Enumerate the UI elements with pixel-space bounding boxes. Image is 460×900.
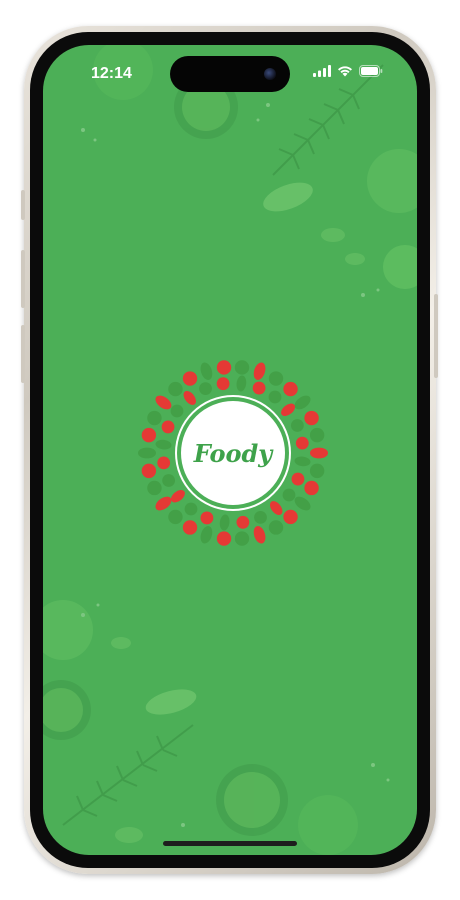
wreath-vegetable	[170, 489, 185, 503]
wreath-vegetable	[294, 496, 311, 511]
front-camera-icon	[264, 68, 276, 80]
app-screen[interactable]: 12:14 Foody	[43, 45, 417, 855]
volume-up-button	[21, 250, 25, 308]
wreath-vegetable	[141, 463, 157, 479]
wifi-icon	[338, 66, 352, 77]
wreath-vegetable	[234, 360, 250, 375]
wreath-vegetable	[216, 377, 230, 391]
action-button	[21, 190, 25, 220]
wreath-vegetable	[184, 502, 198, 516]
wreath-vegetable	[268, 390, 282, 404]
home-indicator[interactable]	[163, 841, 297, 846]
wreath-vegetable	[147, 410, 162, 426]
wreath-vegetable	[309, 463, 325, 479]
wreath-vegetable	[162, 474, 176, 487]
wreath-vegetable	[304, 480, 319, 496]
wreath-vegetable	[253, 362, 266, 380]
wreath-vegetable	[155, 496, 172, 511]
wreath-vegetable	[304, 410, 319, 426]
dynamic-island	[170, 56, 290, 92]
wreath-vegetable	[219, 514, 230, 531]
battery-icon	[359, 65, 383, 77]
wreath-vegetable	[269, 501, 283, 516]
wreath-vegetable	[170, 404, 184, 418]
wreath-vegetable	[138, 447, 156, 459]
wreath-vegetable	[283, 381, 298, 397]
wreath-vegetable	[291, 472, 305, 486]
wreath-vegetable	[216, 360, 232, 375]
wreath-vegetable	[254, 510, 267, 524]
wreath-vegetable	[155, 395, 172, 410]
wreath-vegetable	[234, 531, 250, 546]
wreath-vegetable	[268, 520, 284, 535]
wreath-vegetable	[236, 515, 250, 529]
wreath-vegetable	[182, 520, 198, 535]
cellular-signal-icon	[313, 65, 331, 77]
wreath-vegetable	[199, 382, 212, 396]
wreath-vegetable	[236, 375, 247, 392]
status-time: 12:14	[91, 65, 132, 82]
wreath-vegetable	[183, 390, 197, 405]
wreath-vegetable	[182, 371, 198, 386]
logo-badge: Foody	[181, 401, 285, 505]
wreath-vegetable	[252, 381, 266, 395]
volume-down-button	[21, 325, 25, 383]
wreath-vegetable	[294, 395, 311, 410]
wreath-vegetable	[161, 420, 175, 434]
wreath-vegetable	[147, 480, 162, 496]
wreath-vegetable	[141, 427, 157, 443]
wreath-vegetable	[294, 456, 311, 467]
wreath-vegetable	[281, 403, 296, 417]
wreath-vegetable	[268, 371, 284, 386]
wreath-vegetable	[155, 439, 172, 450]
wreath-vegetable	[200, 511, 214, 525]
wreath-vegetable	[309, 427, 325, 443]
wreath-vegetable	[282, 488, 296, 502]
wreath-vegetable	[216, 531, 232, 546]
wreath-vegetable	[168, 381, 183, 397]
wreath-vegetable	[295, 436, 309, 450]
power-button	[434, 294, 438, 378]
logo-text: Foody	[193, 438, 273, 468]
wreath-vegetable	[200, 526, 213, 544]
wreath-vegetable	[200, 362, 213, 380]
wreath-vegetable	[157, 456, 171, 470]
wreath-vegetable	[310, 447, 328, 459]
app-logo: Foody	[133, 353, 333, 553]
status-icons	[313, 65, 383, 77]
wreath-vegetable	[253, 526, 266, 544]
wreath-vegetable	[290, 419, 304, 432]
wreath-vegetable	[168, 509, 183, 525]
wreath-vegetable	[283, 509, 298, 525]
